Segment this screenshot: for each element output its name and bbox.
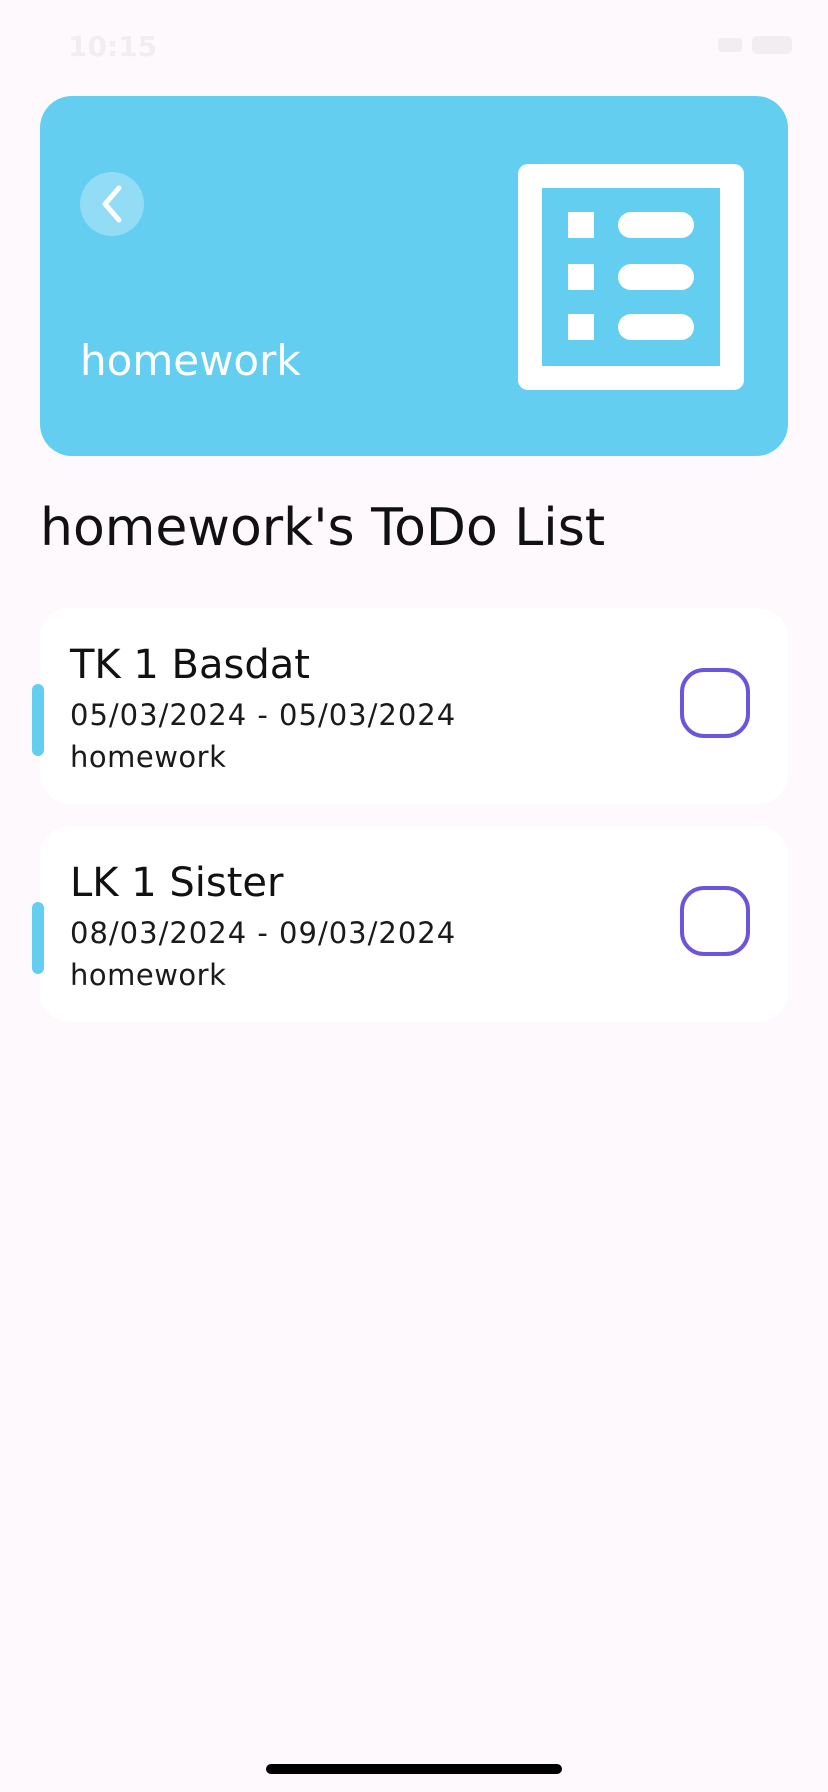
chevron-left-icon bbox=[102, 185, 122, 223]
todo-title: LK 1 Sister bbox=[70, 860, 284, 906]
battery-icon bbox=[752, 36, 792, 54]
back-button[interactable] bbox=[80, 172, 144, 236]
todo-title: TK 1 Basdat bbox=[70, 642, 310, 688]
todo-category: homework bbox=[70, 958, 227, 992]
category-header-card: homework bbox=[40, 96, 788, 456]
list-icon bbox=[518, 164, 744, 390]
home-indicator[interactable] bbox=[266, 1764, 562, 1774]
category-color-indicator bbox=[32, 902, 44, 974]
status-time: 10:15 bbox=[68, 30, 158, 63]
status-icons bbox=[718, 36, 792, 54]
status-bar: 10:15 bbox=[0, 0, 828, 90]
todo-dates: 05/03/2024 - 05/03/2024 bbox=[70, 698, 457, 732]
category-title: homework bbox=[80, 336, 301, 385]
page-title: homework's ToDo List bbox=[40, 498, 606, 558]
signal-icon bbox=[718, 38, 742, 52]
todo-checkbox[interactable] bbox=[680, 668, 750, 738]
todo-item[interactable]: TK 1 Basdat 05/03/2024 - 05/03/2024 home… bbox=[32, 608, 788, 804]
todo-category: homework bbox=[70, 740, 227, 774]
todo-checkbox[interactable] bbox=[680, 886, 750, 956]
category-color-indicator bbox=[32, 684, 44, 756]
todo-dates: 08/03/2024 - 09/03/2024 bbox=[70, 916, 457, 950]
todo-item[interactable]: LK 1 Sister 08/03/2024 - 09/03/2024 home… bbox=[32, 826, 788, 1022]
